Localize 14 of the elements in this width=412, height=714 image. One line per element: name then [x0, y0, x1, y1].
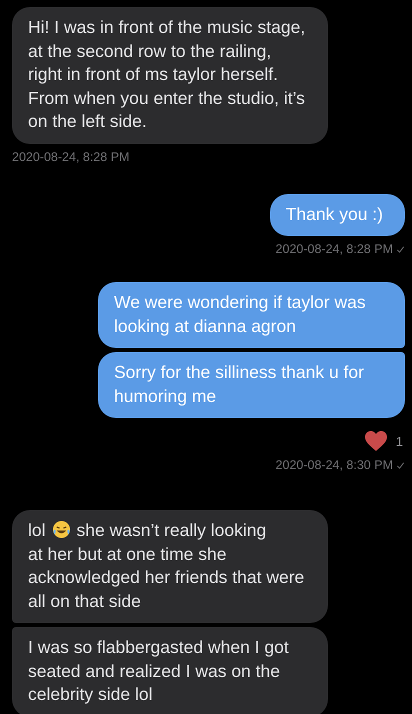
message-text: Hi! I was in front of the music stage, at the second row to the railing, right in front of ms taylor herself. From when you enter the studio, it’s on the left side.	[28, 17, 306, 131]
laughing-emoji-icon	[52, 520, 71, 539]
timestamp: 2020-08-24, 8:28 PM	[12, 150, 130, 164]
timestamp: 2020-08-24, 8:28 PM	[276, 242, 393, 256]
timestamp: 2020-08-24, 8:30 PM	[276, 458, 393, 472]
heart-icon[interactable]	[364, 430, 388, 452]
message-text: I was so flabbergasted when I got seated and realized I was on the celebrity side lol	[28, 637, 289, 704]
message-text: lol	[28, 520, 46, 540]
reaction-count: 1	[396, 434, 403, 448]
message-text: Sorry for the silliness thank u for humoring me	[114, 362, 364, 406]
message-text: at her but at one time she acknowledged her friends that were all on that side	[28, 542, 306, 612]
message-text: We were wondering if taylor was looking at dianna agron	[114, 292, 366, 336]
message-text: Thank you :)	[286, 204, 383, 224]
message-text: she wasn’t really looking	[76, 520, 266, 540]
